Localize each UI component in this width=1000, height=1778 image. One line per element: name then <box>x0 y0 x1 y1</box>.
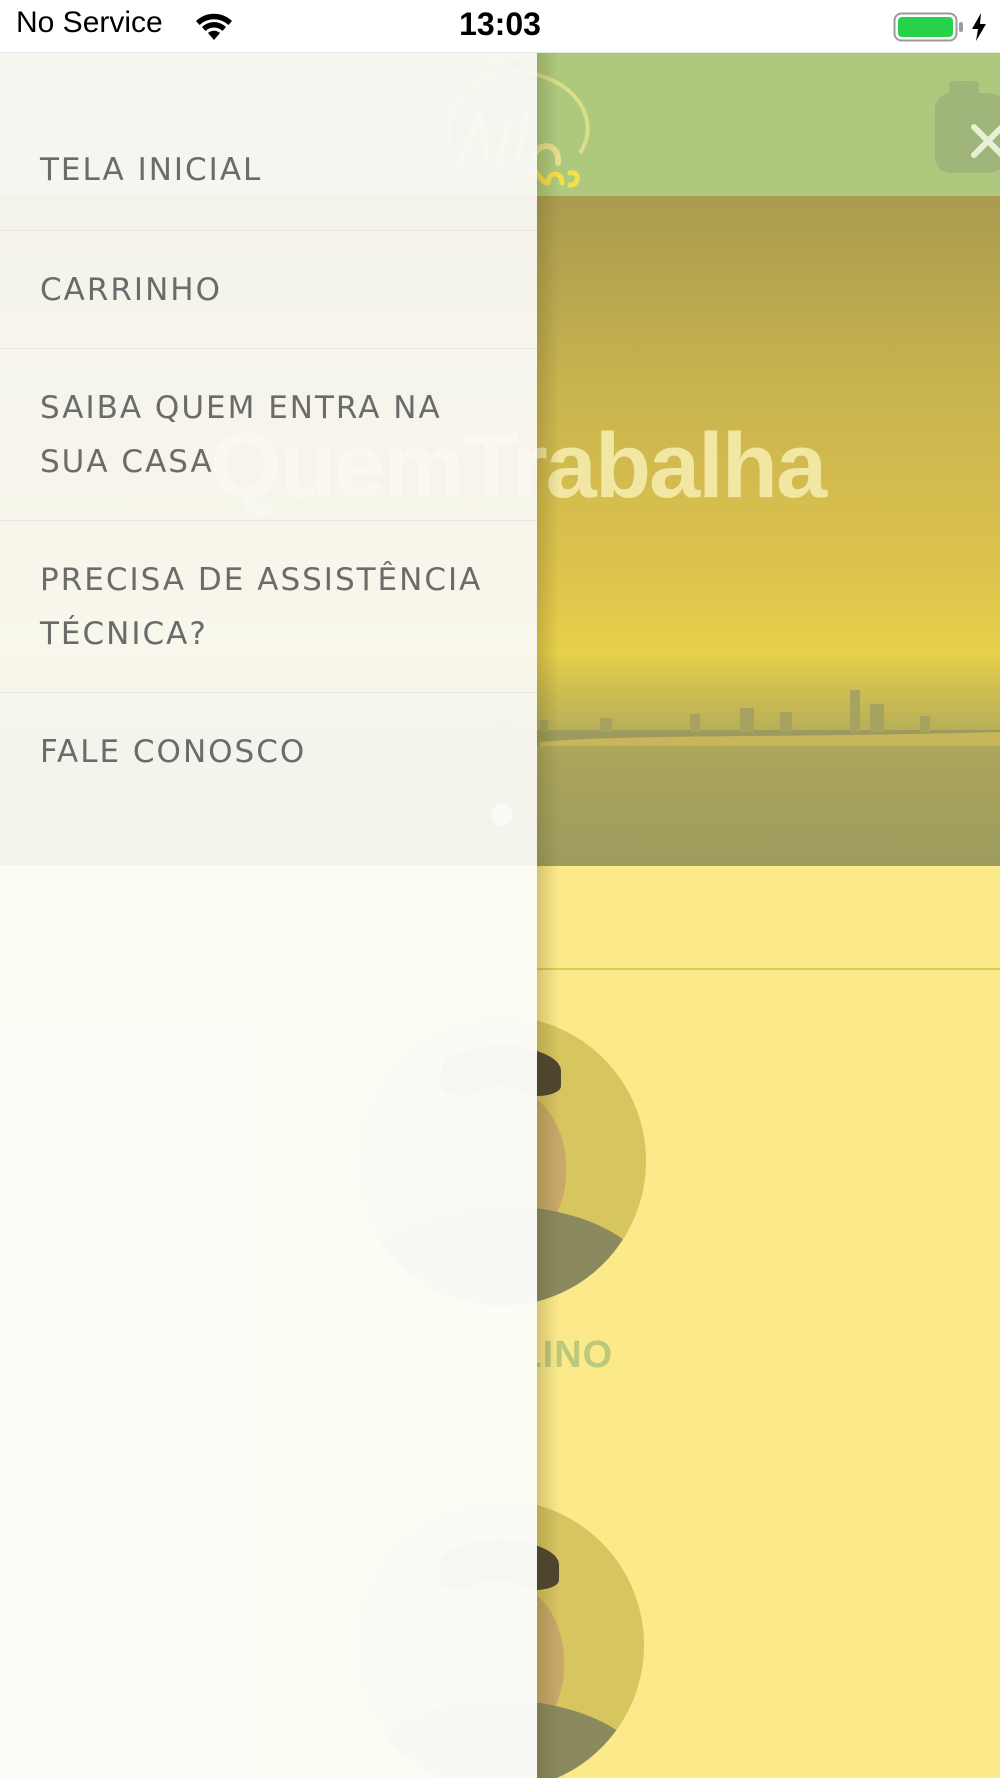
close-icon[interactable] <box>968 121 1000 161</box>
menu-item-technical-assistance[interactable]: PRECISA DE ASSISTÊNCIA TÉCNICA? <box>0 521 537 693</box>
app-screen: No Service 13:03 TELA INICIAL CARRINHO S… <box>0 0 1000 1778</box>
menu-item-home[interactable]: TELA INICIAL <box>0 53 537 231</box>
navigation-drawer: TELA INICIAL CARRINHO SAIBA QUEM ENTRA N… <box>0 53 537 1778</box>
menu-item-label: FALE CONOSCO <box>40 734 307 770</box>
drawer-shadow <box>537 53 559 1778</box>
drawer-menu-panel: TELA INICIAL CARRINHO SAIBA QUEM ENTRA N… <box>0 53 537 865</box>
menu-item-label: SAIBA QUEM ENTRA NA SUA CASA <box>40 389 442 480</box>
status-time: 13:03 <box>459 6 541 42</box>
menu-item-label: PRECISA DE ASSISTÊNCIA TÉCNICA? <box>40 561 483 652</box>
menu-item-contact-us[interactable]: FALE CONOSCO <box>0 693 537 811</box>
drawer-empty-area <box>0 865 537 1778</box>
menu-item-label: TELA INICIAL <box>40 151 263 188</box>
status-bar: No Service 13:03 <box>0 0 1000 53</box>
menu-item-label: CARRINHO <box>40 271 222 308</box>
menu-item-cart[interactable]: CARRINHO <box>0 231 537 349</box>
charging-bolt-icon <box>972 13 986 41</box>
battery-icon <box>893 12 963 42</box>
menu-item-who-enters-your-home[interactable]: SAIBA QUEM ENTRA NA SUA CASA <box>0 349 537 521</box>
